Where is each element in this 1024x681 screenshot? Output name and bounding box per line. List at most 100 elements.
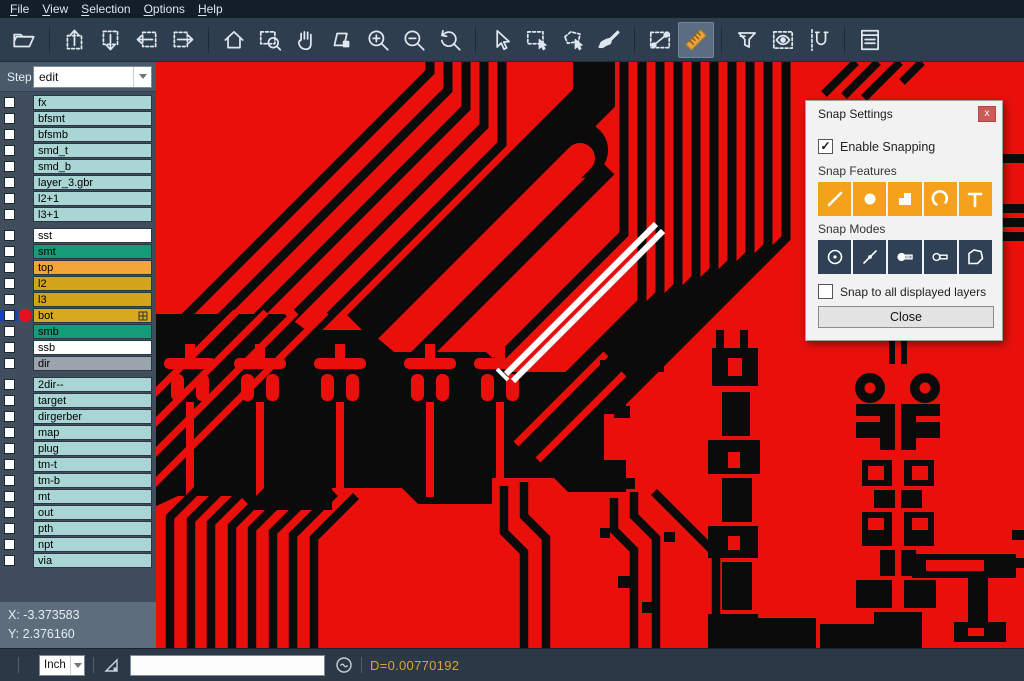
- snap-magnet-icon[interactable]: [801, 22, 837, 58]
- layer-row-smd_b[interactable]: smd_b: [0, 159, 156, 174]
- layer-name-cell[interactable]: ssb: [33, 340, 152, 355]
- layer-name-cell[interactable]: pth: [33, 521, 152, 536]
- layer-visibility-checkbox[interactable]: [0, 395, 18, 406]
- layer-visibility-checkbox[interactable]: [0, 443, 18, 454]
- layer-visibility-checkbox[interactable]: [0, 161, 18, 172]
- pan-hand-icon[interactable]: [288, 22, 324, 58]
- layer-row-via[interactable]: via: [0, 553, 156, 568]
- layer-name-cell[interactable]: layer_3.gbr: [33, 175, 152, 190]
- layer-row-bfsmt[interactable]: bfsmt: [0, 111, 156, 126]
- menu-item-help[interactable]: Help: [196, 2, 234, 17]
- layer-name-cell[interactable]: npt: [33, 537, 152, 552]
- pan-left-icon[interactable]: [129, 22, 165, 58]
- snap-feature-arc-icon[interactable]: [924, 182, 957, 216]
- layer-name-cell[interactable]: l2+1: [33, 191, 152, 206]
- layer-row-layer_3.gbr[interactable]: layer_3.gbr: [0, 175, 156, 190]
- menu-item-view[interactable]: View: [40, 2, 79, 17]
- refresh-circle-icon[interactable]: [335, 656, 353, 674]
- display-filter-eye-icon[interactable]: [765, 22, 801, 58]
- layer-visibility-checkbox[interactable]: [0, 358, 18, 369]
- close-button[interactable]: Close: [818, 306, 994, 328]
- layer-visibility-checkbox[interactable]: [0, 459, 18, 470]
- layer-visibility-checkbox[interactable]: [0, 113, 18, 124]
- layer-row-2dir--[interactable]: 2dir--: [0, 377, 156, 392]
- ruler-icon[interactable]: [678, 22, 714, 58]
- measure-line-icon[interactable]: [642, 22, 678, 58]
- snap-all-layers-checkbox[interactable]: [818, 284, 833, 299]
- layer-visibility-checkbox[interactable]: [0, 379, 18, 390]
- layer-name-cell[interactable]: top: [33, 260, 152, 275]
- menu-item-selection[interactable]: Selection: [79, 2, 141, 17]
- zoom-out-icon[interactable]: [396, 22, 432, 58]
- layer-row-l3[interactable]: l3: [0, 292, 156, 307]
- layer-row-npt[interactable]: npt: [0, 537, 156, 552]
- select-arrow-icon[interactable]: [483, 22, 519, 58]
- enable-snapping-checkbox[interactable]: ✓: [818, 139, 833, 154]
- layer-row-tm-b[interactable]: tm-b: [0, 473, 156, 488]
- layer-row-bot[interactable]: bot: [0, 308, 156, 323]
- layer-name-cell[interactable]: tm-t: [33, 457, 152, 472]
- layer-visibility-checkbox[interactable]: [0, 555, 18, 566]
- layer-row-l2[interactable]: l2: [0, 276, 156, 291]
- close-icon[interactable]: x: [978, 106, 996, 122]
- layer-row-dir[interactable]: dir: [0, 356, 156, 371]
- layer-visibility-checkbox[interactable]: [0, 230, 18, 241]
- layer-name-cell[interactable]: tm-b: [33, 473, 152, 488]
- layer-name-cell[interactable]: dirgerber: [33, 409, 152, 424]
- layer-name-cell[interactable]: out: [33, 505, 152, 520]
- measure-input[interactable]: [130, 655, 325, 676]
- snap-mode-polygon-corner-icon[interactable]: [959, 240, 992, 274]
- zoom-previous-icon[interactable]: [432, 22, 468, 58]
- layer-visibility-checkbox[interactable]: [0, 262, 18, 273]
- layer-name-cell[interactable]: dir: [33, 356, 152, 371]
- zoom-selection-icon[interactable]: [324, 22, 360, 58]
- layer-name-cell[interactable]: via: [33, 553, 152, 568]
- layer-name-cell[interactable]: l3: [33, 292, 152, 307]
- layer-visibility-checkbox[interactable]: [0, 475, 18, 486]
- pan-down-icon[interactable]: [93, 22, 129, 58]
- select-polygon-icon[interactable]: [555, 22, 591, 58]
- layer-name-cell[interactable]: smd_b: [33, 159, 152, 174]
- menu-item-file[interactable]: File: [8, 2, 40, 17]
- snap-feature-pad-icon[interactable]: [888, 182, 921, 216]
- layer-visibility-checkbox[interactable]: [0, 539, 18, 550]
- layer-name-cell[interactable]: 2dir--: [33, 377, 152, 392]
- layer-row-pth[interactable]: pth: [0, 521, 156, 536]
- layer-row-smd_t[interactable]: smd_t: [0, 143, 156, 158]
- snap-feature-circle-icon[interactable]: [853, 182, 886, 216]
- layer-visibility-checkbox[interactable]: [0, 326, 18, 337]
- layer-row-bfsmb[interactable]: bfsmb: [0, 127, 156, 142]
- unit-select[interactable]: Inch: [39, 655, 85, 676]
- layer-visibility-checkbox[interactable]: [0, 129, 18, 140]
- layer-row-tm-t[interactable]: tm-t: [0, 457, 156, 472]
- layer-name-cell[interactable]: bfsmt: [33, 111, 152, 126]
- layer-row-sst[interactable]: sst: [0, 228, 156, 243]
- layer-row-out[interactable]: out: [0, 505, 156, 520]
- layer-row-top[interactable]: top: [0, 260, 156, 275]
- layer-name-cell[interactable]: plug: [33, 441, 152, 456]
- layer-row-smb[interactable]: smb: [0, 324, 156, 339]
- layer-name-cell[interactable]: smd_t: [33, 143, 152, 158]
- home-icon[interactable]: [216, 22, 252, 58]
- layer-name-cell[interactable]: sst: [33, 228, 152, 243]
- layer-name-cell[interactable]: l3+1: [33, 207, 152, 222]
- snap-mode-center-icon[interactable]: [818, 240, 851, 274]
- layer-row-plug[interactable]: plug: [0, 441, 156, 456]
- dialog-titlebar[interactable]: Snap Settings x: [806, 101, 1002, 127]
- layer-row-l3+1[interactable]: l3+1: [0, 207, 156, 222]
- layer-visibility-checkbox[interactable]: [0, 193, 18, 204]
- snap-feature-line-icon[interactable]: [818, 182, 851, 216]
- layer-visibility-checkbox[interactable]: [0, 342, 18, 353]
- layer-visibility-checkbox[interactable]: [0, 209, 18, 220]
- layer-visibility-checkbox[interactable]: [0, 507, 18, 518]
- layer-visibility-checkbox[interactable]: [0, 246, 18, 257]
- layer-row-smt[interactable]: smt: [0, 244, 156, 259]
- layer-name-cell[interactable]: target: [33, 393, 152, 408]
- chevron-down-icon[interactable]: [70, 656, 84, 675]
- layer-name-cell[interactable]: map: [33, 425, 152, 440]
- angle-measure-icon[interactable]: [102, 655, 122, 675]
- layer-name-cell[interactable]: smb: [33, 324, 152, 339]
- layer-visibility-checkbox[interactable]: [0, 491, 18, 502]
- pan-right-icon[interactable]: [165, 22, 201, 58]
- open-folder-icon[interactable]: [6, 22, 42, 58]
